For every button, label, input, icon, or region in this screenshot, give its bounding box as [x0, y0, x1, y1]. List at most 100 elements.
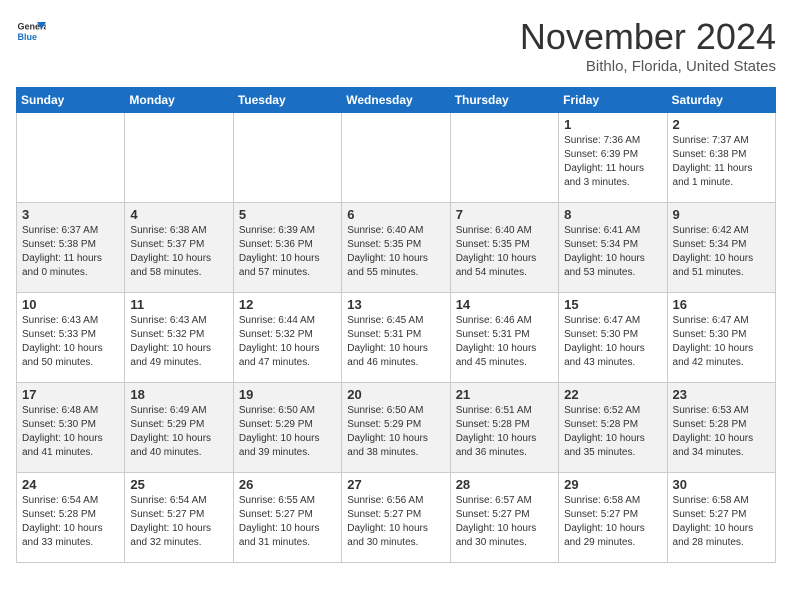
calendar-cell: 21 Sunrise: 6:51 AM Sunset: 5:28 PM Dayli… — [450, 383, 558, 473]
day-number: 25 — [130, 477, 227, 492]
calendar-cell: 16 Sunrise: 6:47 AM Sunset: 5:30 PM Dayli… — [667, 293, 775, 383]
day-number: 12 — [239, 297, 336, 312]
calendar-cell: 29 Sunrise: 6:58 AM Sunset: 5:27 PM Dayli… — [559, 473, 667, 563]
week-row-3: 10 Sunrise: 6:43 AM Sunset: 5:33 PM Dayli… — [17, 293, 776, 383]
day-info: Sunrise: 6:46 AM Sunset: 5:31 PM Dayligh… — [456, 314, 553, 370]
day-info: Sunrise: 6:58 AM Sunset: 5:27 PM Dayligh… — [673, 494, 770, 550]
day-number: 15 — [564, 297, 661, 312]
day-number: 22 — [564, 387, 661, 402]
day-info: Sunrise: 6:57 AM Sunset: 5:27 PM Dayligh… — [456, 494, 553, 550]
calendar-cell: 30 Sunrise: 6:58 AM Sunset: 5:27 PM Dayli… — [667, 473, 775, 563]
svg-text:Blue: Blue — [18, 32, 38, 42]
weekday-friday: Friday — [559, 88, 667, 113]
day-info: Sunrise: 6:41 AM Sunset: 5:34 PM Dayligh… — [564, 224, 661, 280]
calendar-cell: 12 Sunrise: 6:44 AM Sunset: 5:32 PM Dayli… — [233, 293, 341, 383]
day-info: Sunrise: 6:55 AM Sunset: 5:27 PM Dayligh… — [239, 494, 336, 550]
day-info: Sunrise: 6:50 AM Sunset: 5:29 PM Dayligh… — [347, 404, 444, 460]
calendar-cell: 11 Sunrise: 6:43 AM Sunset: 5:32 PM Dayli… — [125, 293, 233, 383]
calendar-body: 1 Sunrise: 7:36 AM Sunset: 6:39 PM Daylig… — [17, 113, 776, 563]
calendar-cell: 17Sunrise: 6:48 AM Sunset: 5:30 PM Dayli… — [17, 383, 125, 473]
day-info: Sunrise: 6:51 AM Sunset: 5:28 PM Dayligh… — [456, 404, 553, 460]
day-info: Sunrise: 6:40 AM Sunset: 5:35 PM Dayligh… — [456, 224, 553, 280]
calendar-cell — [450, 113, 558, 203]
day-number: 29 — [564, 477, 661, 492]
weekday-wednesday: Wednesday — [342, 88, 450, 113]
calendar-cell: 22 Sunrise: 6:52 AM Sunset: 5:28 PM Dayli… — [559, 383, 667, 473]
weekday-monday: Monday — [125, 88, 233, 113]
calendar-cell — [233, 113, 341, 203]
day-number: 1 — [564, 117, 661, 132]
day-number: 17 — [22, 387, 119, 402]
day-info: Sunrise: 6:47 AM Sunset: 5:30 PM Dayligh… — [564, 314, 661, 370]
day-info: Sunrise: 6:50 AM Sunset: 5:29 PM Dayligh… — [239, 404, 336, 460]
day-info: Sunrise: 6:47 AM Sunset: 5:30 PM Dayligh… — [673, 314, 770, 370]
day-number: 27 — [347, 477, 444, 492]
day-number: 23 — [673, 387, 770, 402]
weekday-sunday: Sunday — [17, 88, 125, 113]
day-info: Sunrise: 6:42 AM Sunset: 5:34 PM Dayligh… — [673, 224, 770, 280]
day-info: Sunrise: 6:56 AM Sunset: 5:27 PM Dayligh… — [347, 494, 444, 550]
calendar-cell: 26 Sunrise: 6:55 AM Sunset: 5:27 PM Dayli… — [233, 473, 341, 563]
day-info: Sunrise: 6:53 AM Sunset: 5:28 PM Dayligh… — [673, 404, 770, 460]
day-info: Sunrise: 6:43 AM Sunset: 5:32 PM Dayligh… — [130, 314, 227, 370]
calendar-cell: 18 Sunrise: 6:49 AM Sunset: 5:29 PM Dayli… — [125, 383, 233, 473]
day-number: 16 — [673, 297, 770, 312]
day-number: 3 — [22, 207, 119, 222]
weekday-saturday: Saturday — [667, 88, 775, 113]
day-info: Sunrise: 7:36 AM Sunset: 6:39 PM Dayligh… — [564, 134, 661, 190]
day-number: 18 — [130, 387, 227, 402]
calendar-cell: 10 Sunrise: 6:43 AM Sunset: 5:33 PM Dayli… — [17, 293, 125, 383]
calendar-cell: 27 Sunrise: 6:56 AM Sunset: 5:27 PM Dayli… — [342, 473, 450, 563]
day-info: Sunrise: 6:49 AM Sunset: 5:29 PM Dayligh… — [130, 404, 227, 460]
location: Bithlo, Florida, United States — [520, 58, 776, 75]
calendar-table: SundayMondayTuesdayWednesdayThursdayFrid… — [16, 87, 776, 563]
day-number: 28 — [456, 477, 553, 492]
page-header: General Blue November 2024 Bithlo, Flori… — [16, 16, 776, 75]
week-row-5: 24 Sunrise: 6:54 AM Sunset: 5:28 PM Dayli… — [17, 473, 776, 563]
day-number: 24 — [22, 477, 119, 492]
day-number: 21 — [456, 387, 553, 402]
day-info: Sunrise: 7:37 AM Sunset: 6:38 PM Dayligh… — [673, 134, 770, 190]
calendar-cell: 6 Sunrise: 6:40 AM Sunset: 5:35 PM Daylig… — [342, 203, 450, 293]
calendar-cell — [17, 113, 125, 203]
day-number: 10 — [22, 297, 119, 312]
month-title: November 2024 — [520, 16, 776, 58]
calendar-cell: 14 Sunrise: 6:46 AM Sunset: 5:31 PM Dayli… — [450, 293, 558, 383]
day-number: 26 — [239, 477, 336, 492]
day-number: 30 — [673, 477, 770, 492]
day-info: Sunrise: 6:44 AM Sunset: 5:32 PM Dayligh… — [239, 314, 336, 370]
day-info: Sunrise: 6:39 AM Sunset: 5:36 PM Dayligh… — [239, 224, 336, 280]
day-number: 14 — [456, 297, 553, 312]
day-info: Sunrise: 6:54 AM Sunset: 5:27 PM Dayligh… — [130, 494, 227, 550]
logo: General Blue — [16, 16, 46, 46]
weekday-thursday: Thursday — [450, 88, 558, 113]
logo-icon: General Blue — [16, 16, 46, 46]
day-number: 20 — [347, 387, 444, 402]
day-number: 4 — [130, 207, 227, 222]
day-info: Sunrise: 6:37 AM Sunset: 5:38 PM Dayligh… — [22, 224, 119, 280]
day-info: Sunrise: 6:54 AM Sunset: 5:28 PM Dayligh… — [22, 494, 119, 550]
calendar-cell: 5 Sunrise: 6:39 AM Sunset: 5:36 PM Daylig… — [233, 203, 341, 293]
day-number: 2 — [673, 117, 770, 132]
calendar-cell: 28 Sunrise: 6:57 AM Sunset: 5:27 PM Dayli… — [450, 473, 558, 563]
day-info: Sunrise: 6:58 AM Sunset: 5:27 PM Dayligh… — [564, 494, 661, 550]
day-number: 9 — [673, 207, 770, 222]
weekday-header-row: SundayMondayTuesdayWednesdayThursdayFrid… — [17, 88, 776, 113]
calendar-cell: 1 Sunrise: 7:36 AM Sunset: 6:39 PM Daylig… — [559, 113, 667, 203]
day-number: 6 — [347, 207, 444, 222]
calendar-cell: 20 Sunrise: 6:50 AM Sunset: 5:29 PM Dayli… — [342, 383, 450, 473]
calendar-cell — [125, 113, 233, 203]
day-info: Sunrise: 6:43 AM Sunset: 5:33 PM Dayligh… — [22, 314, 119, 370]
week-row-2: 3 Sunrise: 6:37 AM Sunset: 5:38 PM Daylig… — [17, 203, 776, 293]
day-info: Sunrise: 6:52 AM Sunset: 5:28 PM Dayligh… — [564, 404, 661, 460]
calendar-cell: 8 Sunrise: 6:41 AM Sunset: 5:34 PM Daylig… — [559, 203, 667, 293]
day-number: 7 — [456, 207, 553, 222]
calendar-cell: 15 Sunrise: 6:47 AM Sunset: 5:30 PM Dayli… — [559, 293, 667, 383]
calendar-cell: 25 Sunrise: 6:54 AM Sunset: 5:27 PM Dayli… — [125, 473, 233, 563]
day-number: 5 — [239, 207, 336, 222]
calendar-cell: 9 Sunrise: 6:42 AM Sunset: 5:34 PM Daylig… — [667, 203, 775, 293]
calendar-cell: 7 Sunrise: 6:40 AM Sunset: 5:35 PM Daylig… — [450, 203, 558, 293]
day-number: 8 — [564, 207, 661, 222]
day-number: 11 — [130, 297, 227, 312]
day-info: Sunrise: 6:40 AM Sunset: 5:35 PM Dayligh… — [347, 224, 444, 280]
